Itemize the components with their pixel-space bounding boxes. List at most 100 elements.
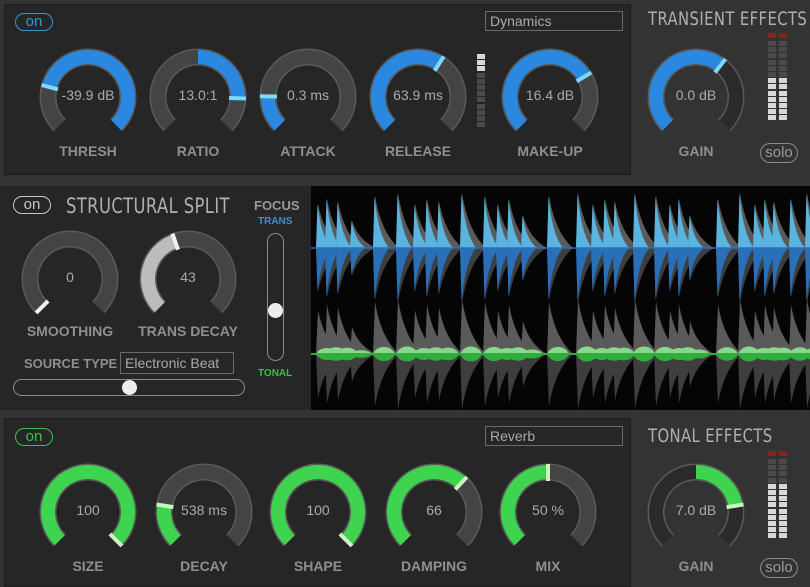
transient-effects-title: TRANSIENT EFFECTS [648, 8, 808, 30]
meter-segment [768, 527, 776, 533]
meter-segment [768, 103, 776, 108]
meter-segment [779, 527, 787, 533]
meter-segment [779, 496, 787, 502]
meter-segment [477, 116, 485, 121]
meter-segment [768, 521, 776, 526]
knob-value: 7.0 dB [675, 502, 717, 518]
meter-segment [779, 471, 787, 477]
smoothing-knob[interactable]: 0 [20, 229, 120, 329]
clip-indicator [779, 451, 787, 456]
meter-segment [779, 59, 787, 65]
source-type-dropdown[interactable]: Electronic Beat [120, 352, 234, 374]
knob-value: -39.9 dB [61, 87, 115, 103]
knob-value: 0.3 ms [286, 87, 329, 103]
meter-segment [768, 78, 776, 84]
meter-segment [768, 90, 776, 96]
size-knob[interactable]: 100 [38, 462, 138, 562]
meter-segment [779, 477, 787, 483]
thresh-knob[interactable]: -39.9 dB [38, 47, 138, 147]
meter-segment [768, 72, 776, 77]
meter-segment [768, 496, 776, 502]
meter-segment [768, 96, 776, 102]
tonal-effects-title: TONAL EFFECTS [648, 425, 773, 447]
meter-segment [768, 459, 776, 464]
meter-segment [768, 490, 776, 495]
structural-on-button[interactable]: on [13, 196, 51, 214]
knob-value: 43 [180, 269, 196, 285]
meter-segment [768, 65, 776, 71]
transient-solo-button[interactable]: solo [760, 143, 798, 163]
source-type-label: SOURCE TYPE [24, 356, 118, 371]
clip-indicator [779, 33, 787, 38]
shape-knob[interactable]: 100 [268, 462, 368, 562]
meter-segment [779, 53, 787, 59]
meter-segment [779, 109, 787, 115]
tonal-gain-knob[interactable]: 7.0 dB [646, 462, 746, 562]
decay-knob[interactable]: 538 ms [154, 462, 254, 562]
mix-knob[interactable]: 50 % [498, 462, 598, 562]
knob-label: MAKE-UP [517, 143, 583, 159]
meter-segment [779, 78, 787, 84]
meter-segment [779, 502, 787, 508]
trans-decay-knob[interactable]: 43 [138, 229, 238, 329]
ratio-knob[interactable]: 13.0:1 [148, 47, 248, 147]
transient-gain-knob[interactable]: 0.0 dB [646, 47, 746, 147]
meter-segment [768, 47, 776, 53]
tonal-output-meter [768, 451, 788, 549]
knob-value: 66 [426, 502, 442, 518]
focus-trans-label: TRANS [258, 216, 293, 227]
meter-segment [477, 91, 485, 97]
meter-segment [477, 103, 485, 109]
damping-knob[interactable]: 66 [384, 462, 484, 562]
meter-segment [779, 65, 787, 71]
release-knob[interactable]: 63.9 ms [368, 47, 468, 147]
meter-segment [768, 477, 776, 483]
focus-tonal-label: TONAL [258, 368, 293, 379]
meter-segment [477, 60, 485, 66]
knob-label: TRANS DECAY [138, 323, 238, 339]
clip-indicator [768, 451, 776, 456]
meter-segment [477, 66, 485, 72]
meter-segment [779, 47, 787, 53]
clip-indicator [768, 33, 776, 38]
knob-value: 100 [306, 502, 330, 518]
meter-segment [768, 84, 776, 90]
knob-value: 50 % [532, 502, 564, 518]
meter-segment [768, 41, 776, 46]
knob-label: MIX [535, 558, 561, 574]
meter-segment [779, 508, 787, 514]
dynamics-on-button[interactable]: on [15, 13, 53, 31]
tonal-solo-button[interactable]: solo [760, 558, 798, 578]
focus-slider-track[interactable] [267, 233, 284, 361]
meter-segment [779, 72, 787, 77]
reverb-preset-dropdown[interactable]: Reverb [485, 426, 623, 446]
meter-segment [779, 533, 787, 539]
source-type-slider-thumb[interactable] [121, 380, 137, 395]
knob-label: GAIN [678, 143, 714, 159]
meter-segment [768, 508, 776, 514]
knob-value: 16.4 dB [525, 87, 575, 103]
knob-label: RELEASE [384, 143, 452, 159]
meter-segment [768, 471, 776, 477]
structural-split-title: STRUCTURAL SPLIT [66, 194, 230, 218]
focus-label: FOCUS [254, 198, 300, 213]
meter-segment [779, 41, 787, 46]
reverb-on-button[interactable]: on [15, 428, 53, 446]
meter-segment [779, 103, 787, 108]
knob-value: 0.0 dB [675, 87, 717, 103]
meter-segment [779, 465, 787, 471]
make-up-knob[interactable]: 16.4 dB [500, 47, 600, 147]
meter-segment [779, 90, 787, 96]
meter-segment [768, 533, 776, 539]
attack-knob[interactable]: 0.3 ms [258, 47, 358, 147]
meter-segment [779, 96, 787, 102]
knob-value: 100 [76, 502, 100, 518]
meter-segment [768, 59, 776, 65]
gain-reduction-meter [476, 54, 486, 134]
meter-segment [477, 78, 485, 84]
knob-label: GAIN [678, 558, 714, 574]
meter-segment [768, 514, 776, 520]
dynamics-preset-dropdown[interactable]: Dynamics [485, 11, 623, 31]
meter-segment [768, 483, 776, 489]
transient-output-meter [768, 33, 788, 131]
